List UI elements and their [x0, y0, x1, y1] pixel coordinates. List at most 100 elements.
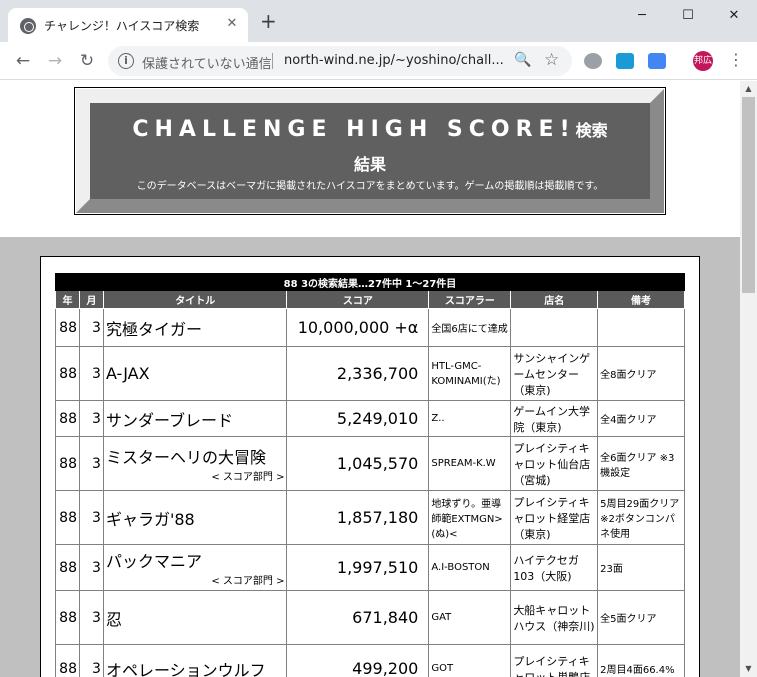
score-cell: 2,336,700	[286, 346, 430, 401]
title-cell: オペレーションウルフ	[102, 644, 288, 677]
year-cell: 88	[55, 490, 80, 545]
category-note: < スコア部門 >	[211, 472, 285, 483]
note-cell: 全5面クリア	[597, 590, 685, 645]
player-cell: SPREAM-K.W	[428, 436, 512, 491]
bookmark-star-icon[interactable]: ☆	[544, 50, 559, 70]
note-cell: 全6面クリア ※3機設定	[597, 436, 685, 491]
year-cell: 88	[55, 644, 80, 677]
maximize-button[interactable]: ☐	[665, 4, 711, 28]
menu-icon[interactable]: ⋮	[728, 50, 744, 69]
note-cell: 23面	[597, 544, 685, 591]
title-cell: 忍	[102, 590, 288, 645]
table-row: 88 3 パックマニア < スコア部門 >1,997,510 A.I-BOSTON ハイテ…	[55, 544, 685, 591]
store-cell: ハイテクセガ103（大阪)	[510, 544, 599, 591]
scroll-down-arrow[interactable]: ▼	[740, 661, 757, 677]
globe-icon	[20, 18, 36, 34]
table-row: 88 3 忍 671,840 GAT 大船キャロットハウス（神奈川) 全5面クリア	[55, 590, 685, 645]
title-cell: ミスターヘリの大冒険 < スコア部門 >	[102, 436, 288, 491]
player-cell: GAT	[428, 590, 512, 645]
title-cell: サンダーブレード	[102, 400, 288, 437]
month-cell: 3	[78, 490, 104, 545]
chat-icon[interactable]	[648, 53, 666, 69]
year-cell: 88	[55, 590, 80, 645]
player-cell: 地球ずり。亜導師範EXTMGN>(ぬ)<	[428, 490, 512, 545]
player-cell: Z..	[428, 400, 512, 437]
note-cell: 2周目4面66.4%	[597, 644, 685, 677]
extension-icon[interactable]	[616, 53, 634, 69]
score-cell: 1,857,180	[286, 490, 430, 545]
store-cell: サンシャインゲームセンター（東京)	[510, 346, 599, 401]
store-cell	[510, 308, 599, 347]
title-cell: 究極タイガー	[102, 308, 288, 347]
score-cell: 671,840	[286, 590, 430, 645]
title-cell: パックマニア < スコア部門 >	[102, 544, 288, 591]
extension-icon[interactable]	[584, 53, 602, 69]
column-header: 備考	[597, 290, 685, 309]
title-cell: ギャラガ'88	[102, 490, 288, 545]
store-cell: プレイシティキャロット仙台店（宮城)	[510, 436, 599, 491]
note-cell: 5周目29面クリア ※2ボタンコンパネ使用	[597, 490, 685, 545]
column-header: 月	[78, 290, 104, 309]
reload-button[interactable]: ↻	[76, 50, 98, 72]
store-cell: ゲームイン大学院（東京)	[510, 400, 599, 437]
close-window-button[interactable]: ✕	[711, 4, 757, 28]
minimize-button[interactable]: ─	[619, 4, 665, 28]
year-cell: 88	[55, 346, 80, 401]
year-cell: 88	[55, 308, 80, 347]
year-cell: 88	[55, 544, 80, 591]
column-header: 年	[55, 290, 80, 309]
forward-button[interactable]: →	[44, 50, 66, 72]
player-cell: GOT	[428, 644, 512, 677]
address-bar[interactable]: i 保護されていない通信 north-wind.ne.jp/~yoshino/c…	[108, 46, 572, 76]
new-tab-button[interactable]: +	[260, 11, 277, 31]
zoom-icon[interactable]: 🔍	[514, 52, 531, 68]
player-cell: A.I-BOSTON	[428, 544, 512, 591]
table-row: 88 3 オペレーションウルフ 499,200 GOT プレイシティキャロット巣鴨店 2周目…	[55, 644, 685, 677]
table-row: 88 3 A-JAX 2,336,700 HTL-GMC-KOMINAMI(た) サンシャ…	[55, 346, 685, 401]
table-row: 88 3 ギャラガ'88 1,857,180 地球ずり。亜導師範EXTMGN>(ぬ)< プ…	[55, 490, 685, 545]
store-cell: プレイシティキャロット巣鴨店	[510, 644, 599, 677]
game-title: サンダーブレード	[105, 410, 233, 430]
month-cell: 3	[78, 308, 104, 347]
game-title: パックマニア	[105, 552, 202, 571]
table-row: 88 3 サンダーブレード 5,249,010 Z.. ゲームイン大学院（東京) 全4面クリ…	[55, 400, 685, 437]
header-banner: CHALLENGE HIGH SCORE!検索 結果 このデータベースはベーマガ…	[74, 87, 666, 215]
vertical-scrollbar[interactable]: ▲ ▼	[740, 81, 757, 677]
back-button[interactable]: ←	[12, 50, 34, 72]
score-cell: 1,045,570	[286, 436, 430, 491]
column-header: 店名	[510, 290, 599, 309]
category-note: < スコア部門 >	[211, 576, 285, 587]
player-cell: HTL-GMC-KOMINAMI(た)	[428, 346, 512, 401]
store-cell: プレイシティキャロット経堂店（東京)	[510, 490, 599, 545]
info-icon[interactable]: i	[118, 53, 134, 69]
browser-tab[interactable]: チャレンジ！ハイスコア検索 ✕	[8, 8, 248, 42]
scroll-up-arrow[interactable]: ▲	[740, 81, 757, 97]
player-cell: 全国6店にて達成	[428, 308, 512, 347]
year-cell: 88	[55, 436, 80, 491]
results-panel: 88 3の検索結果…27件中 1～27件目 年月タイトル スコア スコアラー 店名 備考…	[40, 256, 700, 677]
month-cell: 3	[78, 436, 104, 491]
game-title: オペレーションウルフ	[105, 660, 266, 677]
tab-title: チャレンジ！ハイスコア検索	[44, 19, 200, 33]
url-text[interactable]: north-wind.ne.jp/~yoshino/chall...	[284, 53, 504, 68]
note-cell: 全4面クリア	[597, 400, 685, 437]
divider	[272, 53, 273, 69]
month-cell: 3	[78, 590, 104, 645]
close-tab-icon[interactable]: ✕	[224, 16, 240, 31]
scroll-thumb[interactable]	[742, 97, 755, 293]
tab-strip: チャレンジ！ハイスコア検索 ✕ + ─ ☐ ✕	[0, 0, 757, 42]
page-title: CHALLENGE HIGH SCORE!検索	[132, 117, 608, 142]
score-cell: 10,000,000 +α	[286, 308, 430, 347]
profile-avatar[interactable]: 邦広	[693, 51, 713, 71]
month-cell: 3	[78, 400, 104, 437]
month-cell: 3	[78, 544, 104, 591]
content-area: 88 3の検索結果…27件中 1～27件目 年月タイトル スコア スコアラー 店名 備考…	[0, 237, 740, 677]
column-header: スコアラー	[428, 290, 512, 309]
results-caption: 88 3の検索結果…27件中 1～27件目	[55, 273, 685, 291]
column-header: タイトル	[102, 290, 288, 309]
score-cell: 5,249,010	[286, 400, 430, 437]
game-title: 究極タイガー	[105, 319, 202, 339]
game-title: ミスターヘリの大冒険	[105, 448, 266, 467]
month-cell: 3	[78, 644, 104, 677]
note-cell	[597, 308, 685, 347]
